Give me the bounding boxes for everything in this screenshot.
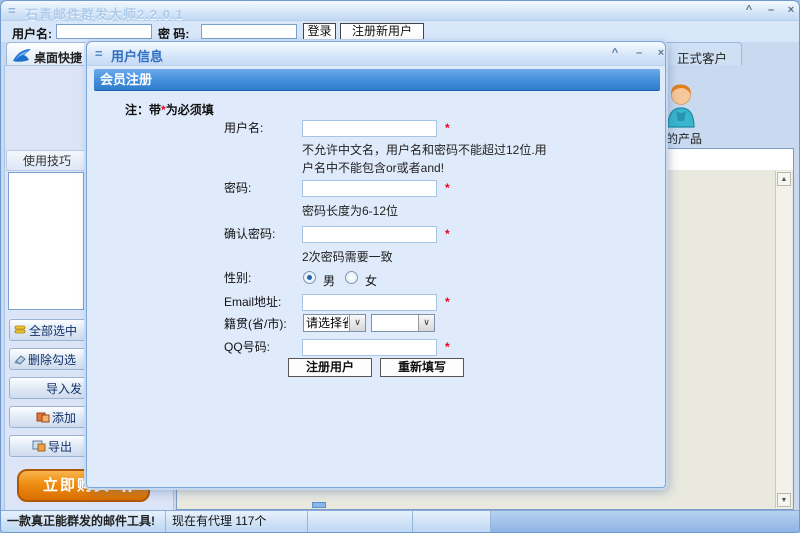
login-button[interactable]: 登录 xyxy=(303,23,336,40)
username-input[interactable] xyxy=(56,24,152,39)
dialog-restore-icon[interactable]: ^ xyxy=(607,46,623,60)
delete-checked-button[interactable]: 删除勾选 xyxy=(9,348,87,370)
add-label: 添加 xyxy=(52,410,77,425)
select-all-button[interactable]: 全部选中 xyxy=(9,319,87,341)
password-field-label: 密码: xyxy=(224,181,252,195)
reset-form-button[interactable]: 重新填写 xyxy=(380,358,464,377)
chevron-down-icon[interactable]: ∨ xyxy=(418,315,434,331)
horizontal-scroll-thumb[interactable] xyxy=(312,502,326,508)
restore-icon[interactable]: ^ xyxy=(741,3,757,17)
qq-field-label: QQ号码: xyxy=(224,340,271,354)
scroll-down-icon[interactable]: ▼ xyxy=(777,493,791,507)
user-info-dialog: = 用户信息 ^ – × 会员注册 注：带*为必须填 用户名: * 不允许中文名… xyxy=(86,41,666,488)
confirm-password-input[interactable] xyxy=(302,226,437,243)
statusbar-segment xyxy=(308,511,413,532)
submit-register-button[interactable]: 注册用户 xyxy=(288,358,372,377)
dialog-title-bar: = 用户信息 ^ – × xyxy=(87,42,665,66)
dialog-minimize-icon[interactable]: – xyxy=(631,46,647,60)
required-mark: * xyxy=(445,121,450,135)
import-label: 导入发 xyxy=(46,381,83,396)
dialog-close-icon[interactable]: × xyxy=(653,46,669,60)
statusbar-segment xyxy=(491,511,799,532)
note-prefix: 注：带 xyxy=(125,103,162,117)
vertical-scrollbar[interactable]: ▲ ▼ xyxy=(775,171,792,508)
city-select[interactable]: ∨ xyxy=(371,314,435,332)
province-select[interactable]: 请选择省 ∨ xyxy=(303,314,366,332)
reg-username-input[interactable] xyxy=(302,120,437,137)
minimize-icon[interactable]: – xyxy=(763,3,779,17)
tips-listbox[interactable] xyxy=(8,172,84,310)
member-register-header: 会员注册 xyxy=(94,69,660,91)
required-mark: * xyxy=(445,340,450,354)
login-bar: 用户名: 密 码: 登录 注册新用户 xyxy=(1,21,799,42)
username-label: 用户名: xyxy=(12,27,52,41)
tab-official-clients-label: 正式客户 xyxy=(676,52,727,66)
username-note-line1: 不允许中文名，用户名和密码不能超过12位.用 xyxy=(302,143,547,157)
gender-female-radio[interactable] xyxy=(345,271,358,284)
export-icon xyxy=(32,440,46,452)
export-label: 导出 xyxy=(48,439,73,454)
province-select-value: 请选择省 xyxy=(306,316,348,330)
qq-input[interactable] xyxy=(302,339,437,356)
gender-female-label: 女 xyxy=(365,274,378,288)
status-bar: 一款真正能群发的邮件工具! 现在有代理 117个 xyxy=(1,510,799,532)
statusbar-agent-count: 现在有代理 117个 xyxy=(166,511,308,532)
dialog-title: 用户信息 xyxy=(111,49,164,64)
password-note: 密码长度为6-12位 xyxy=(302,204,399,218)
select-all-label: 全部选中 xyxy=(29,323,78,338)
gender-male-label: 男 xyxy=(323,274,336,288)
product-caption: 的产品 xyxy=(666,132,703,146)
required-mark: * xyxy=(445,181,450,195)
reg-password-input[interactable] xyxy=(302,180,437,197)
add-icon xyxy=(36,412,50,423)
close-icon[interactable]: × xyxy=(783,3,799,17)
swoosh-arrow-icon xyxy=(13,49,31,62)
confirm-password-field-label: 确认密码: xyxy=(224,227,276,241)
gender-field-label: 性别: xyxy=(224,271,252,285)
usage-tips-header: 使用技巧 xyxy=(6,150,88,171)
scroll-up-icon[interactable]: ▲ xyxy=(777,172,791,186)
register-new-user-button[interactable]: 注册新用户 xyxy=(340,23,424,40)
delete-checked-label: 删除勾选 xyxy=(28,352,77,367)
gender-male-radio[interactable] xyxy=(303,271,316,284)
statusbar-segment xyxy=(413,511,491,532)
note-suffix: 为必须填 xyxy=(165,103,214,117)
required-note: 注：带*为必须填 xyxy=(125,101,214,118)
tab-desktop-shortcut-label: 桌面快捷 xyxy=(34,51,83,65)
title-bar: = 石青邮件群发大师2.2.0.1 ^ – × xyxy=(1,1,799,22)
confirm-password-note: 2次密码需要一致 xyxy=(302,250,393,264)
window-menu-icon[interactable]: = xyxy=(8,3,16,18)
eraser-icon xyxy=(14,355,26,365)
password-label: 密 码: xyxy=(158,27,190,41)
select-all-icon xyxy=(14,325,26,334)
required-mark: * xyxy=(445,295,450,309)
chevron-down-icon[interactable]: ∨ xyxy=(349,315,365,331)
tab-official-clients[interactable]: 正式客户 xyxy=(662,42,742,66)
username-field-label: 用户名: xyxy=(224,121,264,135)
email-field-label: Email地址: xyxy=(224,295,282,309)
dialog-menu-icon[interactable]: = xyxy=(95,46,103,61)
password-input[interactable] xyxy=(201,24,297,39)
email-input[interactable] xyxy=(302,294,437,311)
username-note-line2: 户名中不能包含or或者and! xyxy=(302,161,445,175)
statusbar-slogan: 一款真正能群发的邮件工具! xyxy=(1,511,166,532)
required-mark: * xyxy=(445,227,450,241)
region-field-label: 籍贯(省/市): xyxy=(224,317,287,331)
app-window: = 石青邮件群发大师2.2.0.1 ^ – × 用户名: 密 码: 登录 注册新… xyxy=(0,0,800,533)
